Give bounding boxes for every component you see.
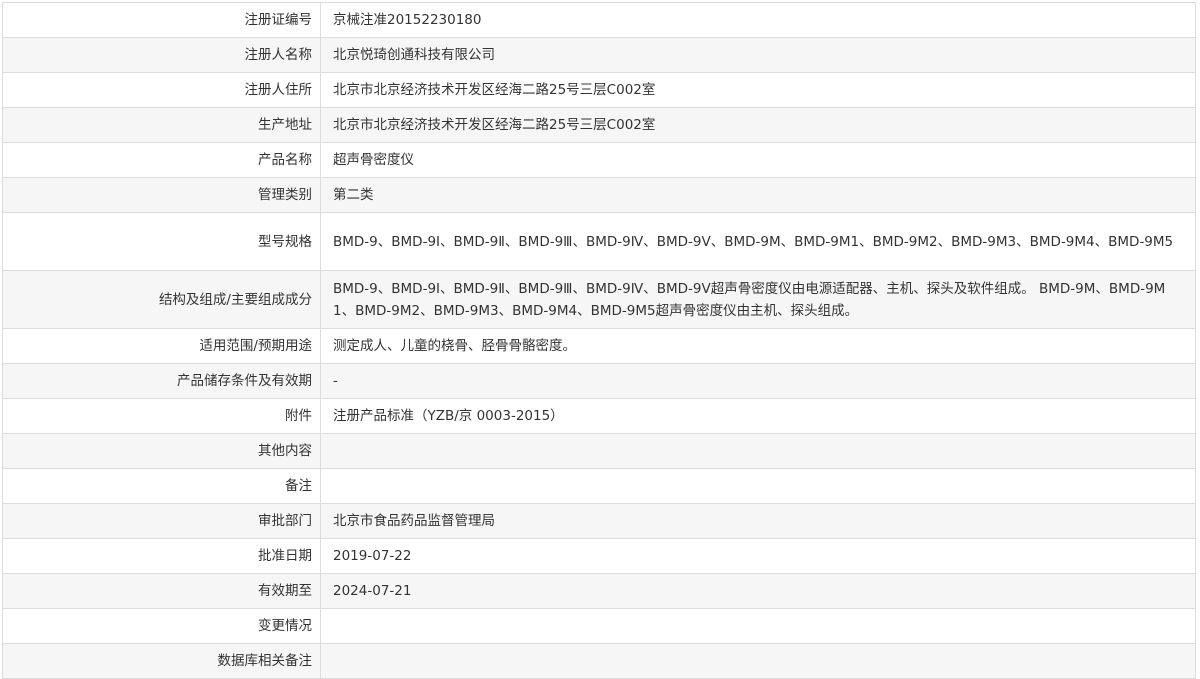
field-value (320, 433, 1196, 469)
field-label: 数据库相关备注 (2, 643, 321, 679)
row-valid-until: 有效期至 2024-07-21 (2, 573, 1196, 609)
field-label: 结构及组成/主要组成成分 (2, 270, 321, 329)
field-value: BMD-9、BMD-9Ⅰ、BMD-9Ⅱ、BMD-9Ⅲ、BMD-9Ⅳ、BMD-9Ⅴ… (320, 212, 1196, 271)
field-label: 适用范围/预期用途 (2, 328, 321, 364)
row-registration-number: 注册证编号 京械注准20152230180 (2, 2, 1196, 38)
row-structure-composition: 结构及组成/主要组成成分 BMD-9、BMD-9Ⅰ、BMD-9Ⅱ、BMD-9Ⅲ、… (2, 270, 1196, 329)
row-approval-date: 批准日期 2019-07-22 (2, 538, 1196, 574)
row-change-status: 变更情况 (2, 608, 1196, 644)
field-label: 型号规格 (2, 212, 321, 271)
field-value (320, 468, 1196, 504)
row-production-address: 生产地址 北京市北京经济技术开发区经海二路25号三层C002室 (2, 107, 1196, 143)
row-product-name: 产品名称 超声骨密度仪 (2, 142, 1196, 178)
field-label: 备注 (2, 468, 321, 504)
row-registrant-name: 注册人名称 北京悦琦创通科技有限公司 (2, 37, 1196, 73)
row-model-specifications: 型号规格 BMD-9、BMD-9Ⅰ、BMD-9Ⅱ、BMD-9Ⅲ、BMD-9Ⅳ、B… (2, 212, 1196, 271)
field-label: 批准日期 (2, 538, 321, 574)
field-label: 附件 (2, 398, 321, 434)
field-label: 注册人名称 (2, 37, 321, 73)
field-value: 第二类 (320, 177, 1196, 213)
row-remarks: 备注 (2, 468, 1196, 504)
field-value: 北京市北京经济技术开发区经海二路25号三层C002室 (320, 107, 1196, 143)
row-intended-use: 适用范围/预期用途 测定成人、儿童的桡骨、胫骨骨骼密度。 (2, 328, 1196, 364)
field-value: 京械注准20152230180 (320, 2, 1196, 38)
registration-record-table: 注册证编号 京械注准20152230180 注册人名称 北京悦琦创通科技有限公司… (2, 2, 1196, 679)
field-label: 产品储存条件及有效期 (2, 363, 321, 399)
field-label: 注册人住所 (2, 72, 321, 108)
row-attachments: 附件 注册产品标准（YZB/京 0003-2015） (2, 398, 1196, 434)
field-value: 2024-07-21 (320, 573, 1196, 609)
row-other-content: 其他内容 (2, 433, 1196, 469)
field-value: - (320, 363, 1196, 399)
row-registrant-address: 注册人住所 北京市北京经济技术开发区经海二路25号三层C002室 (2, 72, 1196, 108)
field-label: 审批部门 (2, 503, 321, 539)
row-management-category: 管理类别 第二类 (2, 177, 1196, 213)
field-value: 2019-07-22 (320, 538, 1196, 574)
field-label: 变更情况 (2, 608, 321, 644)
field-value: 北京悦琦创通科技有限公司 (320, 37, 1196, 73)
field-label: 有效期至 (2, 573, 321, 609)
row-storage-validity: 产品储存条件及有效期 - (2, 363, 1196, 399)
field-label: 其他内容 (2, 433, 321, 469)
field-label: 注册证编号 (2, 2, 321, 38)
field-value: 注册产品标准（YZB/京 0003-2015） (320, 398, 1196, 434)
field-value: 北京市食品药品监督管理局 (320, 503, 1196, 539)
row-database-notes: 数据库相关备注 (2, 643, 1196, 679)
field-value: 北京市北京经济技术开发区经海二路25号三层C002室 (320, 72, 1196, 108)
field-label: 产品名称 (2, 142, 321, 178)
field-label: 生产地址 (2, 107, 321, 143)
row-approval-department: 审批部门 北京市食品药品监督管理局 (2, 503, 1196, 539)
field-value (320, 643, 1196, 679)
field-value (320, 608, 1196, 644)
field-value: BMD-9、BMD-9Ⅰ、BMD-9Ⅱ、BMD-9Ⅲ、BMD-9Ⅳ、BMD-9Ⅴ… (320, 270, 1196, 329)
field-value: 超声骨密度仪 (320, 142, 1196, 178)
field-value: 测定成人、儿童的桡骨、胫骨骨骼密度。 (320, 328, 1196, 364)
field-label: 管理类别 (2, 177, 321, 213)
